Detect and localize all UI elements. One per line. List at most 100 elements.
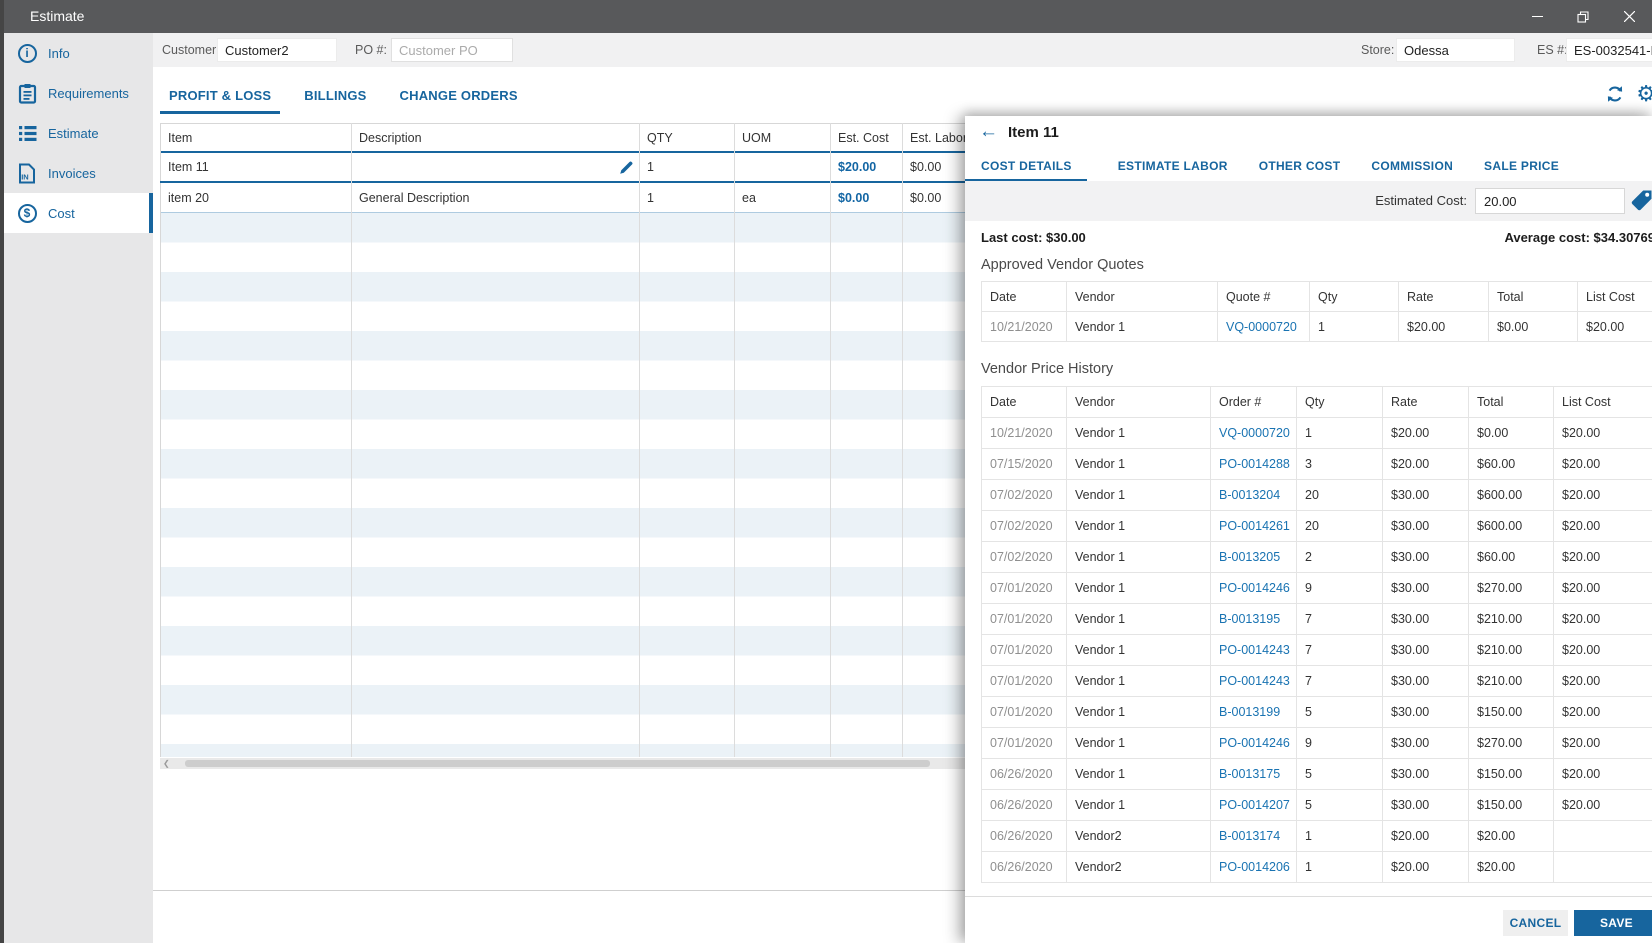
- main-tabs: PROFIT & LOSS BILLINGS CHANGE ORDERS: [153, 82, 527, 114]
- document-link[interactable]: B-0013205: [1210, 541, 1297, 573]
- save-button[interactable]: SAVE: [1574, 910, 1652, 936]
- tag-icon[interactable]: [1628, 188, 1652, 214]
- scrollbar-thumb[interactable]: [185, 760, 930, 767]
- cell: 20: [1296, 479, 1383, 511]
- cell: 07/01/2020: [981, 665, 1067, 697]
- document-link[interactable]: PO-0014246: [1210, 572, 1297, 604]
- cell: 1: [1296, 851, 1383, 883]
- cell: $20.00: [1553, 603, 1652, 635]
- customer-input[interactable]: [217, 38, 337, 62]
- approved-vendor-quotes-title: Approved Vendor Quotes: [981, 257, 1144, 273]
- tab-estimate-labor[interactable]: ESTIMATE LABOR: [1118, 152, 1228, 182]
- estimated-cost-input[interactable]: [1475, 188, 1625, 214]
- customer-label: Customer:: [162, 43, 220, 57]
- cell: 3: [1296, 448, 1383, 480]
- info-icon: i: [16, 43, 38, 63]
- table-row: 06/26/2020 Vendor2 B-0013174 1 $20.00 $20.00: [981, 820, 1652, 852]
- panel-tabs: COST DETAILS ESTIMATE LABOR OTHER COST C…: [965, 152, 1559, 182]
- sidebar-item-info[interactable]: i Info: [4, 33, 153, 73]
- column-header: Rate: [1398, 281, 1489, 312]
- document-link[interactable]: B-0013199: [1210, 696, 1297, 728]
- cell: 07/01/2020: [981, 572, 1067, 604]
- cell: 7: [1296, 603, 1383, 635]
- document-link[interactable]: PO-0014207: [1210, 789, 1297, 821]
- table-row: 10/21/2020 Vendor 1 VQ-0000720 1 $20.00 $0.00…: [981, 417, 1652, 449]
- cell: Vendor 1: [1066, 727, 1211, 759]
- cell: Vendor 1: [1066, 541, 1211, 573]
- document-link[interactable]: VQ-0000720: [1210, 417, 1297, 449]
- sidebar-item-estimate[interactable]: Estimate: [4, 113, 153, 153]
- column-header: Date: [981, 281, 1067, 312]
- sidebar-item-requirements[interactable]: Requirements: [4, 73, 153, 113]
- document-link[interactable]: B-0013195: [1210, 603, 1297, 635]
- cancel-button[interactable]: CANCEL: [1503, 910, 1568, 936]
- tab-other-cost[interactable]: OTHER COST: [1259, 152, 1341, 182]
- cell: 5: [1296, 789, 1383, 821]
- column-header-uom: UOM: [742, 130, 772, 145]
- cell: Vendor 1: [1066, 417, 1211, 449]
- sidebar-item-invoices[interactable]: IN Invoices: [4, 153, 153, 193]
- document-link[interactable]: PO-0014206: [1210, 851, 1297, 883]
- column-header: Rate: [1382, 386, 1469, 418]
- cell: $20.00: [1382, 851, 1469, 883]
- document-link[interactable]: PO-0014243: [1210, 665, 1297, 697]
- document-link[interactable]: B-0013175: [1210, 758, 1297, 790]
- table-row: 06/26/2020 Vendor2 PO-0014206 1 $20.00 $20.00: [981, 851, 1652, 883]
- cell: $600.00: [1468, 510, 1554, 542]
- tab-commission[interactable]: COMMISSION: [1371, 152, 1453, 182]
- cell: $600.00: [1468, 479, 1554, 511]
- cell: $30.00: [1382, 665, 1469, 697]
- document-link[interactable]: B-0013174: [1210, 820, 1297, 852]
- document-link[interactable]: VQ-0000720: [1217, 311, 1310, 342]
- cell: Vendor 1: [1066, 311, 1218, 342]
- tab-profit-and-loss[interactable]: PROFIT & LOSS: [160, 82, 281, 114]
- column-header: Date: [981, 386, 1067, 418]
- tab-billings[interactable]: BILLINGS: [295, 82, 375, 114]
- cell: $30.00: [1382, 696, 1469, 728]
- cell: Vendor 1: [1066, 696, 1211, 728]
- cell: 07/01/2020: [981, 727, 1067, 759]
- restore-button[interactable]: [1560, 0, 1606, 33]
- cell: 07/01/2020: [981, 603, 1067, 635]
- table-row: 07/01/2020 Vendor 1 PO-0014246 9 $30.00 $270.…: [981, 572, 1652, 604]
- tab-cost-details[interactable]: COST DETAILS: [965, 152, 1087, 182]
- tab-sale-price[interactable]: SALE PRICE: [1484, 152, 1559, 182]
- gear-icon[interactable]: ⚙: [1636, 83, 1652, 105]
- minimize-button[interactable]: [1514, 0, 1560, 33]
- close-button[interactable]: [1606, 0, 1652, 33]
- cell-est-cost[interactable]: $20.00: [830, 153, 902, 181]
- column-header: List Cost: [1577, 281, 1652, 312]
- cell-est-cost[interactable]: $0.00: [830, 183, 902, 212]
- back-arrow-icon[interactable]: ←: [979, 121, 998, 143]
- po-input[interactable]: [391, 38, 513, 62]
- document-link[interactable]: B-0013204: [1210, 479, 1297, 511]
- tab-change-orders[interactable]: CHANGE ORDERS: [391, 82, 527, 114]
- cell: $30.00: [1382, 572, 1469, 604]
- cell: Vendor 1: [1066, 758, 1211, 790]
- app-window: Estimate i Info Requirements Estimate IN…: [0, 0, 1652, 943]
- document-link[interactable]: PO-0014288: [1210, 448, 1297, 480]
- table-row: 10/21/2020 Vendor 1 VQ-0000720 1 $20.00 $0.00…: [981, 311, 1652, 342]
- cell: $20.00: [1398, 311, 1489, 342]
- window-title: Estimate: [30, 8, 85, 24]
- column-header: Qty: [1309, 281, 1399, 312]
- document-link[interactable]: PO-0014246: [1210, 727, 1297, 759]
- es-number-input[interactable]: [1566, 38, 1652, 62]
- cell: $20.00: [1553, 789, 1652, 821]
- refresh-icon[interactable]: [1605, 84, 1625, 104]
- cell: $60.00: [1468, 448, 1554, 480]
- document-link[interactable]: PO-0014243: [1210, 634, 1297, 666]
- window-left-border: [0, 0, 4, 943]
- document-link[interactable]: PO-0014261: [1210, 510, 1297, 542]
- scroll-left-arrow[interactable]: ❮: [163, 758, 170, 769]
- list-icon: [16, 125, 38, 142]
- edit-pencil-icon[interactable]: [618, 159, 635, 176]
- cell: $20.00: [1382, 417, 1469, 449]
- column-header: Vendor: [1066, 386, 1211, 418]
- column-header: Vendor: [1066, 281, 1218, 312]
- sidebar-item-cost[interactable]: $ Cost: [4, 193, 153, 233]
- cell: Vendor 1: [1066, 448, 1211, 480]
- cell: Vendor 1: [1066, 479, 1211, 511]
- store-input[interactable]: [1396, 38, 1515, 62]
- column-header: Qty: [1296, 386, 1383, 418]
